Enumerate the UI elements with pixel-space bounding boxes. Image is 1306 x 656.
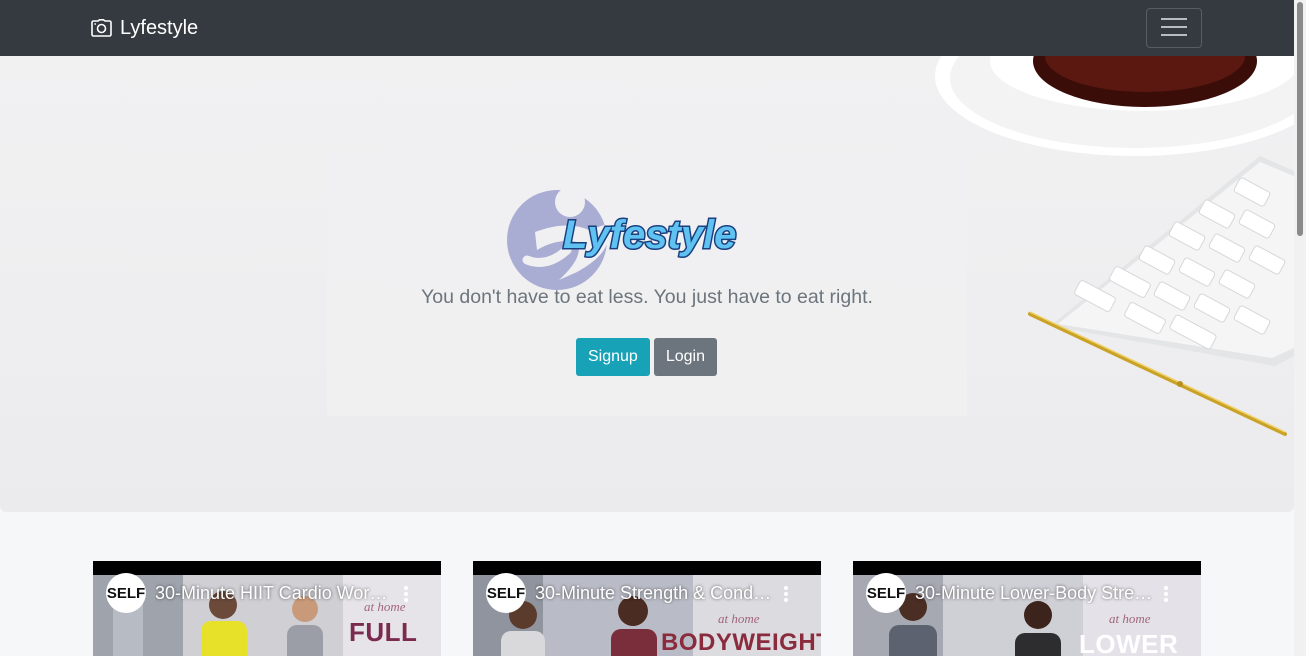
video-overlay-word: LOWER (1079, 629, 1179, 656)
hamburger-icon (1160, 16, 1188, 41)
video-embed-1[interactable]: at home FULL SELF 30-Minute HIIT Cardio … (93, 561, 441, 656)
brand-label: Lyfestyle (120, 16, 199, 39)
hero-section: Lyfestyle Lyfestyle You don't have to ea… (0, 56, 1294, 512)
camera-icon (91, 19, 112, 37)
video-overlay-word: FULL (349, 617, 418, 647)
navbar: Lyfestyle (0, 0, 1294, 56)
svg-text:Lyfestyle: Lyfestyle (563, 213, 736, 257)
lyfestyle-logo: Lyfestyle Lyfestyle (507, 187, 738, 290)
scrollbar-thumb[interactable] (1297, 2, 1303, 236)
video-title[interactable]: 30-Minute HIIT Cardio Workout (155, 583, 395, 604)
hero-card: Lyfestyle Lyfestyle You don't have to ea… (327, 152, 967, 416)
channel-avatar[interactable]: SELF (866, 573, 906, 613)
more-options-icon[interactable] (778, 583, 794, 605)
hero-actions: Signup Login (576, 338, 717, 376)
video-overlay-caption: at home (718, 611, 760, 626)
brand-link[interactable]: Lyfestyle (91, 14, 198, 42)
login-button[interactable]: Login (653, 338, 717, 376)
signup-button[interactable]: Signup (576, 338, 650, 376)
video-overlay-word: BODYWEIGHT (661, 629, 821, 656)
more-options-icon[interactable] (1158, 583, 1174, 605)
page-scrollbar[interactable] (1294, 0, 1306, 656)
channel-avatar[interactable]: SELF (486, 573, 526, 613)
more-options-icon[interactable] (398, 583, 414, 605)
video-title[interactable]: 30-Minute Lower-Body Strength (915, 583, 1155, 604)
video-title[interactable]: 30-Minute Strength & Conditioning (535, 583, 775, 604)
tagline: You don't have to eat less. You just hav… (421, 286, 873, 308)
video-overlay-caption: at home (1109, 611, 1151, 626)
video-embed-2[interactable]: at home BODYWEIGHT SELF 30-Minute Streng… (473, 561, 821, 656)
navbar-toggler-button[interactable] (1146, 8, 1202, 48)
video-embed-3[interactable]: at home LOWER SELF 30-Minute Lower-Body … (853, 561, 1201, 656)
channel-avatar[interactable]: SELF (106, 573, 146, 613)
